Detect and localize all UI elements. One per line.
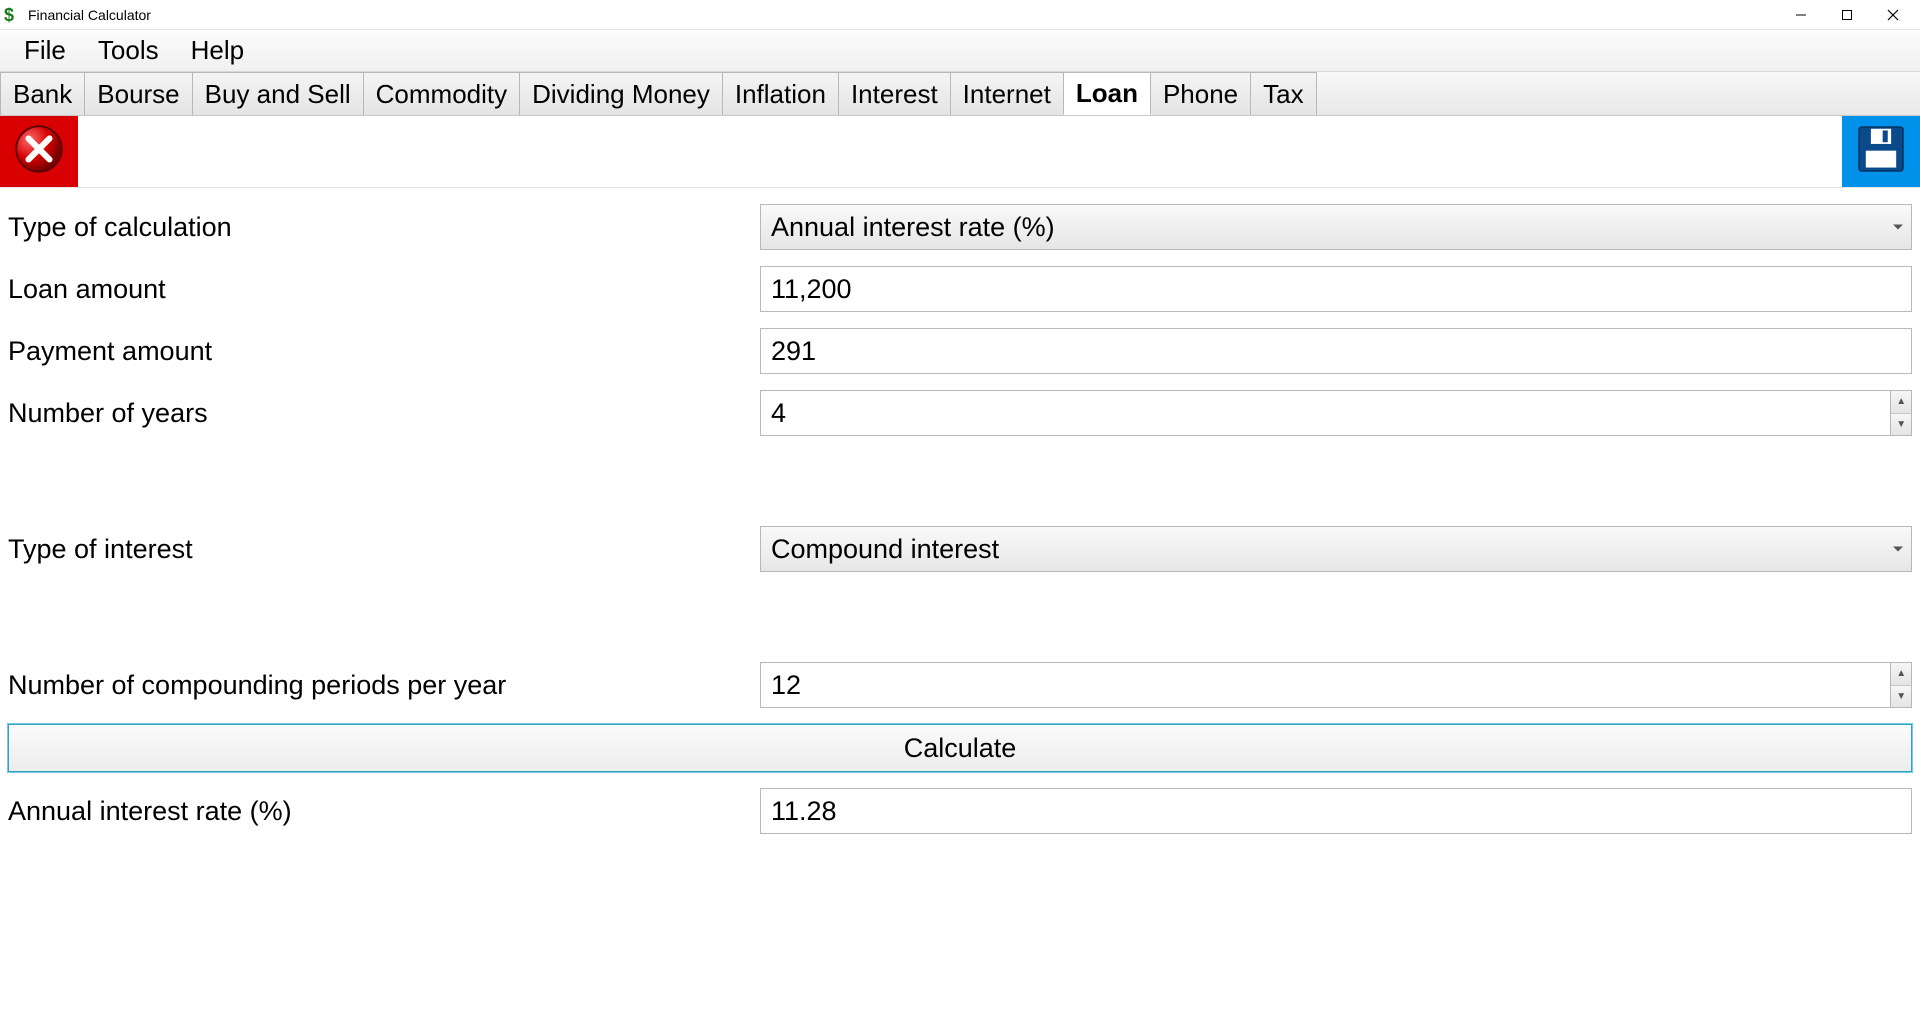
tabbar: Bank Bourse Buy and Sell Commodity Divid… (0, 72, 1920, 116)
tab-buy-and-sell[interactable]: Buy and Sell (192, 72, 364, 115)
tab-bourse[interactable]: Bourse (84, 72, 192, 115)
tab-internet[interactable]: Internet (950, 72, 1064, 115)
spinner-years: ▲ ▼ (1890, 390, 1912, 436)
spinner-periods: ▲ ▼ (1890, 662, 1912, 708)
maximize-button[interactable] (1824, 0, 1870, 30)
input-payment-amount[interactable] (760, 328, 1912, 374)
row-loan-amount: Loan amount (8, 266, 1912, 312)
tab-phone[interactable]: Phone (1150, 72, 1251, 115)
close-circle-icon (11, 121, 67, 182)
floppy-disk-icon (1854, 122, 1908, 181)
row-type-of-interest: Type of interest Compound interest (8, 526, 1912, 572)
menu-tools[interactable]: Tools (82, 31, 175, 70)
chevron-down-icon (1893, 225, 1903, 230)
row-result: Annual interest rate (%) (8, 788, 1912, 834)
menu-file[interactable]: File (8, 31, 82, 70)
minimize-button[interactable] (1778, 0, 1824, 30)
input-number-of-years[interactable] (760, 390, 1890, 436)
tab-interest[interactable]: Interest (838, 72, 951, 115)
input-result[interactable] (760, 788, 1912, 834)
tab-bank[interactable]: Bank (0, 72, 85, 115)
row-type-of-calculation: Type of calculation Annual interest rate… (8, 204, 1912, 250)
select-type-of-calculation-value: Annual interest rate (%) (771, 212, 1055, 243)
clear-button[interactable] (0, 116, 78, 187)
label-loan-amount: Loan amount (8, 274, 760, 305)
input-loan-amount[interactable] (760, 266, 1912, 312)
tab-inflation[interactable]: Inflation (722, 72, 839, 115)
tab-tax[interactable]: Tax (1250, 72, 1316, 115)
app-icon: $ (4, 6, 22, 24)
row-number-of-years: Number of years ▲ ▼ (8, 390, 1912, 436)
titlebar: $ Financial Calculator (0, 0, 1920, 30)
tab-commodity[interactable]: Commodity (363, 72, 520, 115)
spinner-periods-down[interactable]: ▼ (1891, 686, 1911, 708)
label-payment-amount: Payment amount (8, 336, 760, 367)
select-type-of-calculation[interactable]: Annual interest rate (%) (760, 204, 1912, 250)
input-compounding-periods[interactable] (760, 662, 1890, 708)
menubar: File Tools Help (0, 30, 1920, 72)
select-type-of-interest[interactable]: Compound interest (760, 526, 1912, 572)
label-compounding-periods: Number of compounding periods per year (8, 670, 760, 701)
loan-form: Type of calculation Annual interest rate… (0, 204, 1920, 842)
close-button[interactable] (1870, 0, 1916, 30)
label-number-of-years: Number of years (8, 398, 760, 429)
actionbar (0, 116, 1920, 188)
calculate-button[interactable]: Calculate (8, 724, 1912, 772)
label-result: Annual interest rate (%) (8, 796, 760, 827)
tab-dividing-money[interactable]: Dividing Money (519, 72, 723, 115)
label-type-of-calculation: Type of calculation (8, 212, 760, 243)
spinner-years-down[interactable]: ▼ (1891, 414, 1911, 436)
spinner-periods-up[interactable]: ▲ (1891, 663, 1911, 686)
menu-help[interactable]: Help (175, 31, 260, 70)
chevron-down-icon (1893, 547, 1903, 552)
row-payment-amount: Payment amount (8, 328, 1912, 374)
label-type-of-interest: Type of interest (8, 534, 760, 565)
spinner-years-up[interactable]: ▲ (1891, 391, 1911, 414)
window-title: Financial Calculator (28, 7, 151, 23)
row-compounding-periods: Number of compounding periods per year ▲… (8, 662, 1912, 708)
save-button[interactable] (1842, 116, 1920, 187)
select-type-of-interest-value: Compound interest (771, 534, 999, 565)
tab-loan[interactable]: Loan (1063, 72, 1151, 115)
